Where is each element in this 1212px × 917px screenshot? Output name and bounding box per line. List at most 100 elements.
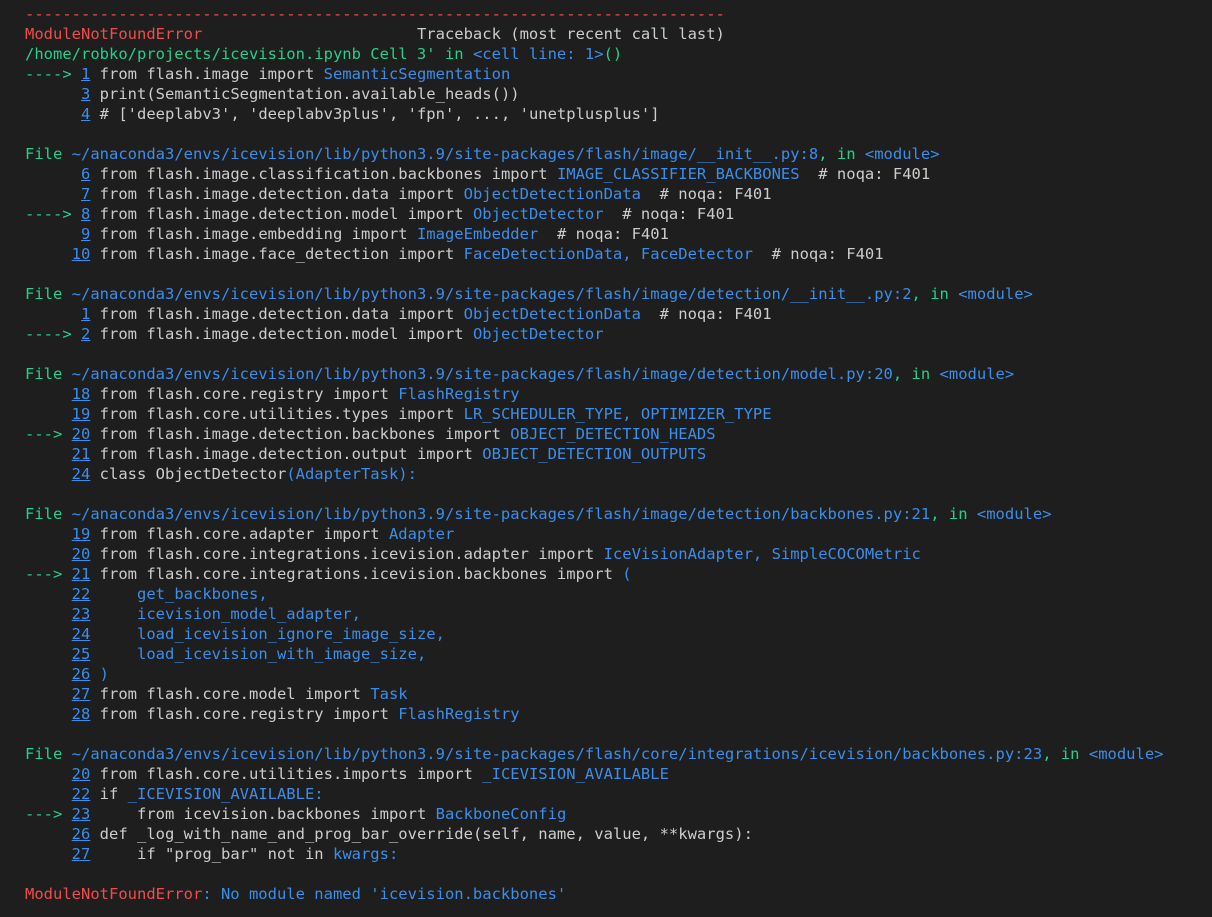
code-text: )	[90, 665, 110, 683]
line-number-link[interactable]: 22	[72, 785, 91, 803]
traceback-line: ---> 23 from icevision.backbones import …	[25, 804, 1212, 824]
traceback-line: 4 # ['deeplabv3', 'deeplabv3plus', 'fpn'…	[25, 104, 1212, 124]
line-number-link[interactable]: 7	[81, 185, 90, 203]
line-number-link[interactable]: 19	[72, 525, 91, 543]
code-text: FlashRegistry	[398, 385, 520, 403]
code-text: LR_SCHEDULER_TYPE, OPTIMIZER_TYPE	[463, 405, 772, 423]
line-number-link[interactable]: 20	[72, 765, 91, 783]
code-text: Adapter	[388, 525, 455, 543]
code-text: <module>	[1088, 745, 1164, 763]
code-text: Task	[370, 685, 408, 703]
code-text: from flash.core.integrations.icevision.a…	[90, 545, 604, 563]
line-number-link[interactable]: 24	[72, 465, 91, 483]
traceback-line: 19 from flash.core.adapter import Adapte…	[25, 524, 1212, 544]
code-text: , in	[892, 365, 940, 383]
line-number-link[interactable]: 21	[72, 445, 91, 463]
line-number-link[interactable]: 26	[72, 825, 91, 843]
line-number-link[interactable]: 18	[72, 385, 91, 403]
line-number-link[interactable]: 27	[72, 845, 91, 863]
line-number-link[interactable]: 6	[81, 165, 90, 183]
code-text: # noqa: F401	[538, 225, 669, 243]
code-text: from flash.image.detection.model import	[90, 325, 473, 343]
line-number-link[interactable]: 20	[72, 545, 91, 563]
traceback-line: ModuleNotFoundError Traceback (most rece…	[25, 24, 1212, 44]
code-text: File	[25, 745, 72, 763]
code-text: # noqa: F401	[752, 245, 884, 263]
code-text: FlashRegistry	[398, 705, 520, 723]
traceback-line: ----> 2 from flash.image.detection.model…	[25, 324, 1212, 344]
line-number-link[interactable]: 28	[72, 705, 91, 723]
code-text: get_backbones,	[90, 585, 268, 603]
code-text: load_icevision_with_image_size,	[90, 645, 427, 663]
line-number-link[interactable]: 23	[72, 805, 91, 823]
line-number-link[interactable]: 23	[72, 605, 91, 623]
code-text: ()	[603, 45, 623, 63]
line-number-link[interactable]: 10	[72, 245, 91, 263]
traceback-line: File ~/anaconda3/envs/icevision/lib/pyth…	[25, 744, 1212, 764]
code-text: ObjectDetector	[472, 205, 604, 223]
traceback-line: /home/robko/projects/icevision.ipynb Cel…	[25, 44, 1212, 64]
code-text: from flash.core.utilities.types import	[90, 405, 464, 423]
code-text: from flash.core.registry import	[90, 385, 399, 403]
traceback-separator: ----------------------------------------…	[25, 5, 725, 23]
code-text: IMAGE_CLASSIFIER_BACKBONES	[556, 165, 800, 183]
line-number-link[interactable]: 26	[72, 665, 91, 683]
code-text: print(SemanticSegmentation.available_hea…	[90, 85, 520, 103]
code-text: _ICEVISION_AVAILABLE:	[127, 785, 324, 803]
line-number-link[interactable]: 19	[72, 405, 91, 423]
code-text: ~/anaconda3/envs/icevision/lib/python3.9…	[71, 365, 893, 383]
line-number-link[interactable]: 20	[72, 425, 91, 443]
line-number-link[interactable]: 1	[81, 305, 90, 323]
traceback-line: 7 from flash.image.detection.data import…	[25, 184, 1212, 204]
line-number-link[interactable]: 4	[81, 105, 90, 123]
code-text: from flash.image.detection.output import	[90, 445, 483, 463]
traceback-line: File ~/anaconda3/envs/icevision/lib/pyth…	[25, 504, 1212, 524]
traceback-line: ----> 8 from flash.image.detection.model…	[25, 204, 1212, 224]
code-text: : No module named 'icevision.backbones'	[202, 885, 567, 903]
traceback-line: 24 class ObjectDetector(AdapterTask):	[25, 464, 1212, 484]
line-number-link[interactable]: 21	[72, 565, 91, 583]
line-number-link[interactable]: 24	[72, 625, 91, 643]
code-text: , in	[930, 505, 977, 523]
line-number-link[interactable]: 2	[81, 325, 90, 343]
line-number-link[interactable]: 22	[72, 585, 91, 603]
code-text: def _log_with_name_and_prog_bar_override…	[90, 825, 753, 843]
code-text: ImageEmbedder	[416, 225, 539, 243]
code-text: from flash.core.adapter import	[90, 525, 389, 543]
code-text: --->	[25, 805, 72, 823]
code-text: from flash.image.detection.model import	[90, 205, 473, 223]
traceback-line: 26 )	[25, 664, 1212, 684]
code-text: <module>	[864, 145, 940, 163]
line-number-link[interactable]: 1	[81, 65, 90, 83]
line-number-link[interactable]: 8	[81, 205, 90, 223]
code-text: ---->	[25, 65, 81, 83]
traceback-output: ----------------------------------------…	[0, 0, 1212, 904]
code-text: IceVisionAdapter, SimpleCOCOMetric	[603, 545, 921, 563]
traceback-line: 21 from flash.image.detection.output imp…	[25, 444, 1212, 464]
traceback-line: 20 from flash.core.utilities.imports imp…	[25, 764, 1212, 784]
code-text: from flash.core.registry import	[90, 705, 399, 723]
code-text: SemanticSegmentation	[323, 65, 511, 83]
line-number-link[interactable]: 3	[81, 85, 90, 103]
code-text: <module>	[958, 285, 1033, 303]
code-text: from flash.image.detection.data import	[90, 305, 464, 323]
line-number-link[interactable]: 25	[72, 645, 91, 663]
code-text: (AdapterTask):	[286, 465, 417, 483]
code-text: ObjectDetectionData	[463, 185, 641, 203]
line-number-link[interactable]: 27	[72, 685, 91, 703]
traceback-line: 24 load_icevision_ignore_image_size,	[25, 624, 1212, 644]
code-text: # noqa: F401	[603, 205, 735, 223]
line-number-link[interactable]: 9	[81, 225, 90, 243]
traceback-line: File ~/anaconda3/envs/icevision/lib/pyth…	[25, 144, 1212, 164]
code-text: File	[25, 145, 72, 163]
traceback-line: ----> 1 from flash.image import Semantic…	[25, 64, 1212, 84]
traceback-line: ModuleNotFoundError: No module named 'ic…	[25, 884, 1212, 904]
code-text: from flash.image.face_detection import	[90, 245, 464, 263]
